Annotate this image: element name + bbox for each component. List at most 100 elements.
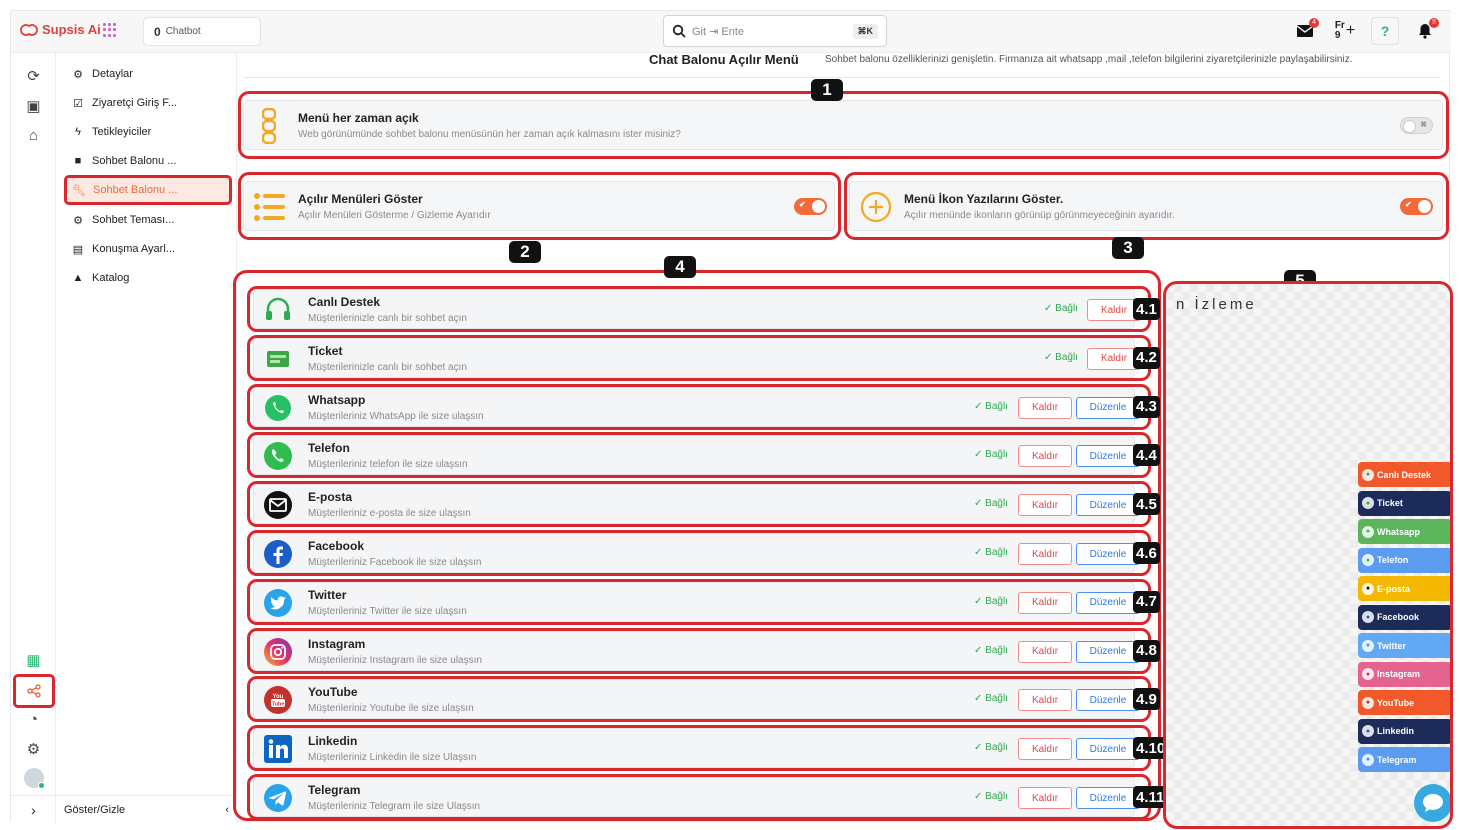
preview-item-label: Linkedin [1377, 726, 1415, 736]
channel-highlight [247, 676, 1151, 723]
contact-card-icon[interactable]: ▣ [21, 93, 46, 118]
channel-highlight [247, 334, 1151, 381]
shapes-icon: ▲ [72, 272, 84, 284]
preview-menu-item[interactable]: ● Ticket [1358, 490, 1450, 516]
channel-callout: 4.6 [1133, 542, 1160, 564]
inbox-icon[interactable]: ⌂ [21, 123, 46, 148]
channel-highlight [247, 481, 1151, 528]
preview-whatsapp-icon: ● [1362, 525, 1374, 538]
top-bar: Supsis Ai 0 Chatbot Git ⇥ Ente ⌘K 4 Fr 9 … [11, 11, 1451, 53]
preview-item-label: Facebook [1377, 612, 1420, 622]
chatbot-label: Chatbot [165, 26, 201, 37]
preview-menu-item[interactable]: ● Telefon [1358, 547, 1450, 573]
sidebar-item-visitor-form[interactable]: ☑ Ziyaretçi Giriş F... [66, 91, 231, 115]
question-icon: ? [1380, 23, 1390, 39]
chevron-left-icon: ‹ [225, 803, 229, 816]
refresh-chat-icon[interactable]: ⟳ [21, 63, 46, 88]
dashboard-icon[interactable]: ▦ [21, 647, 46, 672]
preview-item-label: Telefon [1377, 555, 1409, 565]
search-input[interactable]: Git ⇥ Ente ⌘K [663, 15, 887, 47]
sidebar-item-conversation-settings[interactable]: ▤ Konuşma Ayarl... [66, 237, 231, 261]
checkbox-icon: ☑ [73, 97, 83, 110]
share-icon[interactable] [21, 678, 46, 703]
page-subtitle: Sohbet balonu özelliklerinizi genişletin… [825, 54, 1353, 65]
chatbot-count: 0 [154, 24, 161, 39]
callout-4: 4 [664, 256, 696, 278]
preview-menu-item[interactable]: ● YouTube [1358, 690, 1450, 715]
channel-highlight [247, 725, 1151, 772]
preview-title: n İzleme [1176, 296, 1257, 313]
sidebar-item-label: Katalog [92, 272, 130, 284]
preview-menu-item[interactable]: ● Whatsapp [1358, 519, 1450, 544]
sidebar-item-chat-theme[interactable]: ⚙ Sohbet Teması... [66, 208, 231, 232]
reports-icon[interactable]: ◔ [21, 707, 46, 732]
avatar[interactable] [21, 765, 46, 790]
chat-icon: ■ [74, 155, 82, 167]
sidebar-item-label: Sohbet Teması... [92, 214, 175, 226]
notifications-button[interactable]: !! [1411, 17, 1439, 45]
preview-menu-item[interactable]: ● Twitter [1358, 633, 1450, 658]
preview-twitter-icon: ● [1362, 639, 1374, 652]
user-status-button[interactable]: Fr 9 + [1331, 17, 1359, 45]
user-count: 9 [1334, 30, 1341, 41]
chat-bubble-icon [1423, 794, 1443, 812]
preview-menu-item[interactable]: ● Facebook [1358, 604, 1450, 630]
sidebar-item-label: Ziyaretçi Giriş F... [92, 97, 177, 109]
preview-item-label: Telegram [1377, 754, 1417, 765]
menu-preview-panel: n İzleme ● Canlı Destek ● Ticket ● Whatsapp ● T… [1163, 281, 1453, 829]
sidebar-item-triggers[interactable]: ϟ Tetikleyiciler [66, 120, 231, 144]
expand-chevron-icon[interactable]: › [11, 795, 56, 823]
chat-launcher-button[interactable] [1414, 784, 1450, 822]
channel-highlight [247, 774, 1151, 820]
callout-2: 2 [509, 241, 541, 263]
preview-menu-item[interactable]: ● Instagram [1358, 661, 1450, 687]
sidebar-item-details[interactable]: ⚙ Detaylar [66, 62, 231, 86]
sidebar-item-label: Detaylar [92, 68, 133, 80]
callout-3: 3 [1112, 237, 1144, 259]
preview-linkedin-icon: ● [1362, 725, 1374, 737]
sidebar-toggle-label: Göster/Gizle [64, 803, 126, 816]
preview-facebook-icon: ● [1362, 611, 1374, 623]
chatbot-selector[interactable]: 0 Chatbot [143, 17, 261, 46]
bell-badge: !! [1429, 18, 1439, 28]
icon-rail: ⟳ ▣ ⌂ ▦ ◔ ⚙ › [11, 53, 56, 823]
callout-1-highlight [238, 91, 1449, 159]
channel-callout: 4.9 [1133, 688, 1160, 711]
preview-menu-item[interactable]: ● Canlı Destek [1358, 462, 1450, 487]
message-icon: ▤ [72, 243, 84, 256]
callout-2-highlight [238, 172, 841, 240]
preview-menu-item[interactable]: ● Telegram [1358, 747, 1450, 772]
mail-button[interactable]: 4 [1291, 17, 1319, 45]
gear-icon: ⚙ [73, 214, 83, 227]
sidebar-item-label: Sohbet Balonu ... [93, 184, 178, 196]
brand-logo[interactable]: Supsis Ai [19, 22, 101, 37]
search-placeholder: Git ⇥ Ente [692, 25, 745, 38]
settings-icon[interactable]: ⚙ [21, 736, 46, 761]
preview-menu-item[interactable]: ● E-posta [1358, 576, 1450, 601]
preview-telegram-icon: ● [1362, 753, 1374, 766]
sidebar-item-label: Konuşma Ayarl... [92, 243, 175, 255]
channel-highlight [247, 627, 1151, 674]
callout-3-highlight [844, 172, 1449, 240]
sidebar-item-chat-bubble[interactable]: ■ Sohbet Balonu ... [66, 149, 231, 173]
sidebar-item-chat-bubble-menu[interactable]: 🔧︎ Sohbet Balonu ... [64, 175, 232, 205]
preview-mail-icon: ● [1362, 582, 1374, 595]
page-title: Chat Balonu Açılır Menü [649, 52, 799, 67]
channel-highlight [247, 286, 1151, 332]
search-shortcut: ⌘K [852, 23, 878, 39]
apps-grid-icon[interactable] [103, 23, 117, 37]
search-icon [672, 24, 686, 38]
sidebar-toggle[interactable]: Göster/Gizle ‹ [56, 795, 237, 823]
channel-callout: 4.7 [1133, 590, 1160, 613]
preview-menu-item[interactable]: ● Linkedin [1358, 718, 1450, 744]
sidebar-item-catalog[interactable]: ▲ Katalog [66, 266, 231, 290]
bolt-icon: ϟ [75, 126, 81, 138]
preview-phone-icon: ● [1362, 554, 1374, 566]
mail-badge: 4 [1309, 18, 1319, 28]
preview-item-label: YouTube [1377, 697, 1415, 708]
help-button[interactable]: ? [1371, 17, 1399, 45]
preview-ticket-icon: ● [1362, 497, 1374, 509]
logo-icon [20, 23, 38, 36]
channel-callout: 4.1 [1133, 298, 1160, 320]
channel-highlight [247, 383, 1151, 430]
